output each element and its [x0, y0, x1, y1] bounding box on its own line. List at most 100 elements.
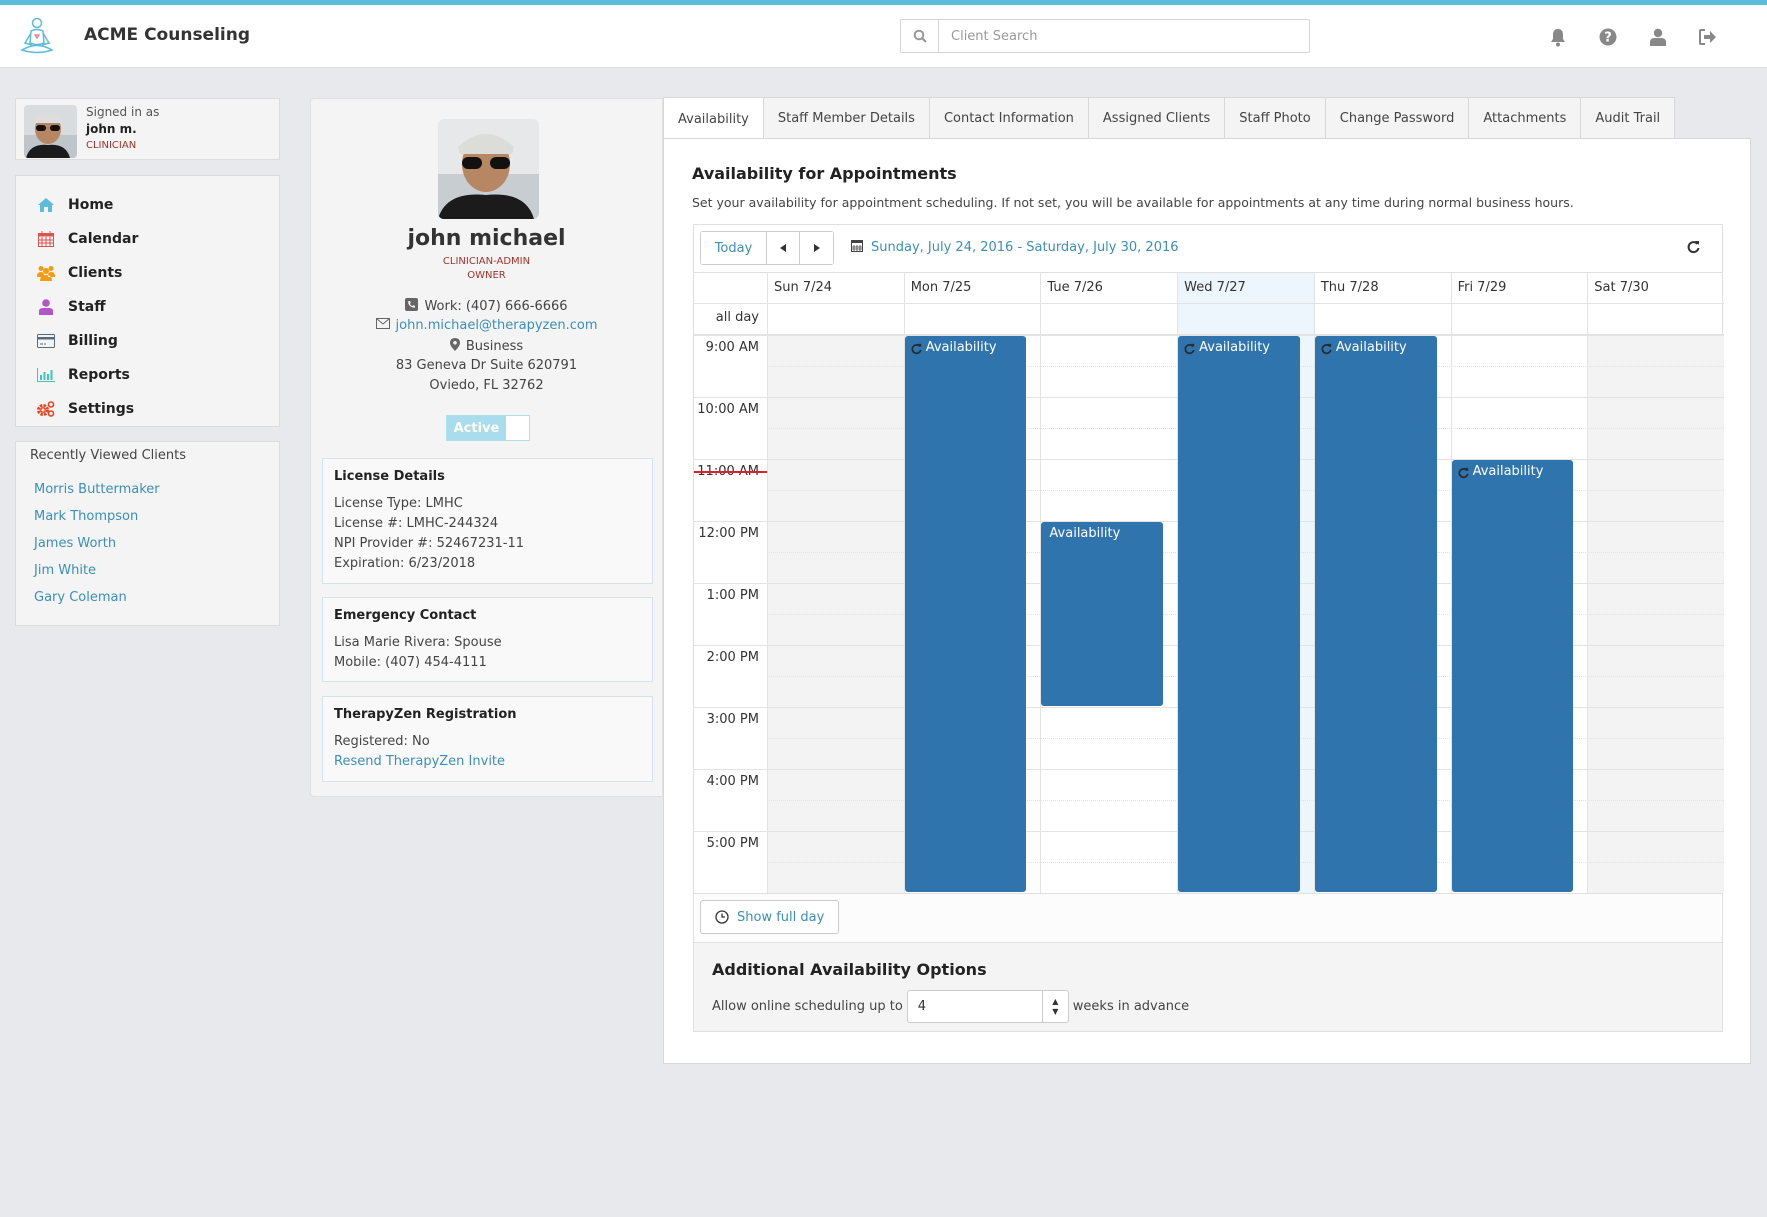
email-link[interactable]: john.michael@therapyzen.com	[396, 318, 598, 333]
all-day-cell[interactable]	[1040, 304, 1178, 335]
weeks-in-advance-stepper[interactable]: ▲▼	[906, 990, 1069, 1023]
show-full-day-label: Show full day	[737, 909, 825, 925]
day-header: Thu 7/28	[1313, 273, 1451, 304]
time-label: 10:00 AM	[697, 402, 759, 417]
emergency-contact-name: Lisa Marie Rivera: Spouse	[334, 635, 502, 650]
tab-contact-information[interactable]: Contact Information	[928, 97, 1089, 139]
user-icon[interactable]	[1648, 27, 1668, 47]
toggle-knob	[506, 416, 529, 440]
availability-event[interactable]: Availability	[904, 336, 1027, 892]
decrement-icon[interactable]: ▼	[1052, 1007, 1058, 1017]
client-search-input[interactable]	[939, 20, 1309, 52]
tab-staff-member-details[interactable]: Staff Member Details	[762, 97, 930, 139]
show-full-day-button[interactable]: Show full day	[700, 900, 840, 934]
signed-in-label: Signed in as	[86, 105, 160, 119]
tab-attachments[interactable]: Attachments	[1468, 97, 1582, 139]
sidebar-item-calendar[interactable]: Calendar	[16, 222, 279, 256]
day-header: Mon 7/25	[903, 273, 1041, 304]
all-day-cell[interactable]	[1587, 304, 1724, 335]
next-week-button[interactable]	[800, 232, 833, 264]
clock-icon	[715, 910, 729, 924]
refresh-icon[interactable]	[1687, 240, 1700, 258]
license-expiration: Expiration: 6/23/2018	[334, 556, 476, 571]
registration-box: TherapyZen Registration Registered: No R…	[322, 696, 653, 782]
staff-photo	[438, 119, 539, 219]
map-marker-icon	[449, 338, 460, 355]
date-range[interactable]: Sunday, July 24, 2016 - Saturday, July 3…	[851, 239, 1179, 256]
sidebar-item-clients[interactable]: Clients	[16, 256, 279, 290]
all-day-cell[interactable]	[903, 304, 1041, 335]
availability-event[interactable]: Availability	[1041, 522, 1164, 706]
availability-event[interactable]: Availability	[1314, 336, 1437, 892]
app-header: ACME Counseling ?	[0, 5, 1767, 68]
calendar-icon	[851, 239, 863, 256]
recent-client-link[interactable]: Mark Thompson	[34, 509, 138, 524]
sidebar-nav: Home Calendar Clients Staff Billing Repo…	[15, 175, 280, 427]
user-role: CLINICIAN	[86, 140, 137, 151]
all-day-cell[interactable]	[1450, 304, 1588, 335]
recent-client-link[interactable]: Gary Coleman	[34, 590, 127, 605]
sidebar-item-label: Calendar	[68, 231, 139, 247]
event-title: Availability	[1049, 526, 1121, 541]
phone-text: Work: (407) 666-6666	[424, 299, 568, 314]
resend-invite-link[interactable]: Resend TherapyZen Invite	[334, 754, 505, 769]
sidebar-item-label: Billing	[68, 333, 118, 349]
user-name: john m.	[86, 122, 137, 136]
sidebar-item-home[interactable]: Home	[16, 188, 279, 222]
time-label: 4:00 PM	[706, 774, 759, 789]
tab-assigned-clients[interactable]: Assigned Clients	[1087, 97, 1226, 139]
availability-event[interactable]: Availability	[1451, 460, 1574, 892]
date-range-text: Sunday, July 24, 2016 - Saturday, July 3…	[871, 240, 1179, 255]
caret-left-icon	[780, 243, 786, 252]
today-button[interactable]: Today	[701, 232, 767, 264]
sidebar-item-billing[interactable]: Billing	[16, 324, 279, 358]
availability-title: Availability for Appointments	[692, 164, 957, 183]
users-icon	[36, 264, 56, 282]
all-day-cell[interactable]	[1177, 304, 1314, 335]
active-status-toggle[interactable]: Active	[446, 415, 530, 441]
increment-icon[interactable]: ▲	[1052, 997, 1058, 1007]
sign-out-icon[interactable]	[1698, 27, 1718, 47]
recent-client-link[interactable]: Jim White	[34, 563, 96, 578]
calendar-footer: Show full day	[694, 893, 1722, 942]
tab-availability[interactable]: Availability	[663, 97, 764, 140]
options-prefix: Allow online scheduling up to	[712, 999, 903, 1014]
time-label: 3:00 PM	[706, 712, 759, 727]
meditation-logo-icon[interactable]	[18, 17, 56, 57]
npi-number: NPI Provider #: 52467231-11	[334, 536, 524, 551]
license-details-box: License Details License Type: LMHC Licen…	[322, 458, 653, 584]
event-title: Availability	[1472, 464, 1544, 479]
brand-name[interactable]: ACME Counseling	[84, 25, 250, 45]
sidebar-item-reports[interactable]: Reports	[16, 358, 279, 392]
recent-client-link[interactable]: Morris Buttermaker	[34, 482, 160, 497]
signed-in-user-card: Signed in as john m. CLINICIAN	[15, 98, 280, 160]
staff-phone: Work: (407) 666-6666	[311, 298, 662, 315]
options-title: Additional Availability Options	[712, 960, 987, 979]
options-suffix: weeks in advance	[1072, 999, 1190, 1014]
sidebar-item-staff[interactable]: Staff	[16, 290, 279, 324]
sidebar-item-settings[interactable]: Settings	[16, 392, 279, 426]
availability-description: Set your availability for appointment sc…	[692, 195, 1574, 210]
phone-icon	[405, 298, 419, 315]
additional-options: Additional Availability Options Allow on…	[694, 942, 1722, 1031]
bell-icon[interactable]	[1548, 27, 1568, 47]
recent-clients-title: Recently Viewed Clients	[30, 448, 187, 463]
tab-staff-photo[interactable]: Staff Photo	[1224, 97, 1326, 139]
bar-chart-icon	[36, 366, 56, 384]
sidebar-item-label: Reports	[68, 367, 130, 383]
tab-audit-trail[interactable]: Audit Trail	[1580, 97, 1676, 139]
user-avatar[interactable]	[24, 105, 77, 158]
prev-week-button[interactable]	[767, 232, 800, 264]
recently-viewed-clients: Recently Viewed Clients Morris Buttermak…	[15, 441, 280, 626]
day-header: Sun 7/24	[767, 273, 904, 304]
all-day-cell[interactable]	[767, 304, 904, 335]
recent-client-link[interactable]: James Worth	[34, 536, 116, 551]
weeks-in-advance-input[interactable]	[907, 991, 1042, 1022]
availability-event[interactable]: Availability	[1178, 336, 1300, 892]
help-icon[interactable]: ?	[1598, 27, 1618, 47]
all-day-cell[interactable]	[1313, 304, 1451, 335]
home-icon	[36, 196, 56, 214]
registration-title: TherapyZen Registration	[334, 707, 517, 722]
tab-change-password[interactable]: Change Password	[1324, 97, 1470, 139]
client-search[interactable]	[900, 19, 1310, 53]
